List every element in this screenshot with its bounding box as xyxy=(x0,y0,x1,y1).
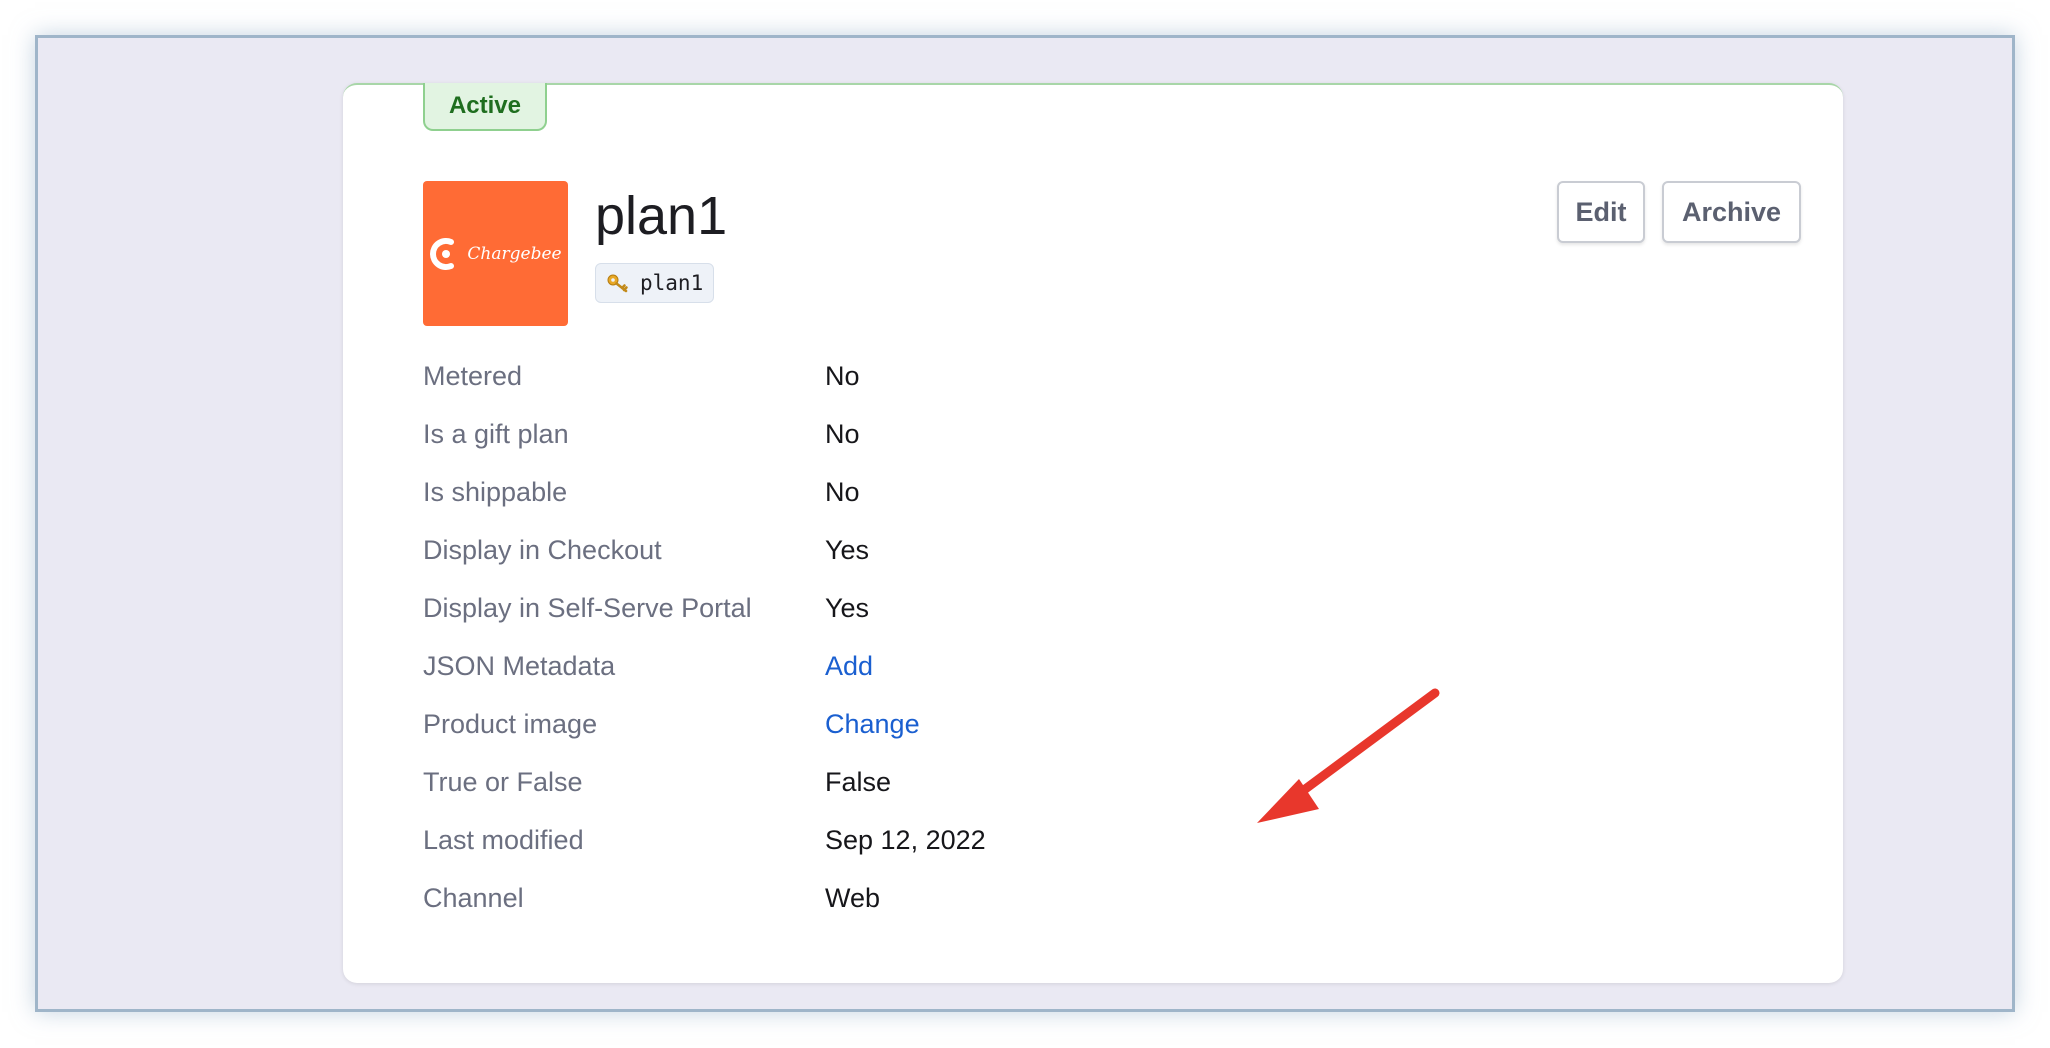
detail-label: Product image xyxy=(423,708,598,739)
detail-row-channel: Channel Web xyxy=(423,869,1623,927)
edit-button[interactable]: Edit xyxy=(1557,181,1645,243)
plan-details-card: Active Chargebee plan1 plan1 Edit Archiv… xyxy=(343,83,1843,983)
detail-label: True or False xyxy=(423,766,583,797)
detail-value: Web xyxy=(825,882,881,913)
detail-row-true-or-false: True or False False xyxy=(423,753,1623,811)
plan-attributes-list: Metered No Is a gift plan No Is shippabl… xyxy=(423,347,1623,927)
plan-id-text: plan1 xyxy=(640,271,704,295)
detail-label: Display in Checkout xyxy=(423,534,662,565)
detail-row-last-modified: Last modified Sep 12, 2022 xyxy=(423,811,1623,869)
detail-label: Is shippable xyxy=(423,476,568,507)
detail-value: Yes xyxy=(825,592,870,623)
detail-label: Channel xyxy=(423,882,524,913)
chargebee-logo-icon xyxy=(430,237,455,270)
detail-value: No xyxy=(825,476,860,507)
detail-label: JSON Metadata xyxy=(423,650,616,681)
detail-value: No xyxy=(825,360,860,391)
detail-label: Is a gift plan xyxy=(423,418,569,449)
annotation-arrow-icon xyxy=(1257,688,1440,823)
detail-row-gift-plan: Is a gift plan No xyxy=(423,405,1623,463)
detail-row-json-metadata: JSON Metadata Add xyxy=(423,637,1623,695)
detail-row-metered: Metered No xyxy=(423,347,1623,405)
change-image-link[interactable]: Change xyxy=(825,709,920,740)
detail-value: No xyxy=(825,418,860,449)
detail-row-display-portal: Display in Self-Serve Portal Yes xyxy=(423,579,1623,637)
detail-label: Last modified xyxy=(423,824,584,855)
detail-value: False xyxy=(825,766,892,797)
screenshot-frame: Active Chargebee plan1 plan1 Edit Archiv… xyxy=(35,35,2015,1012)
product-image: Chargebee xyxy=(423,181,568,326)
detail-row-display-checkout: Display in Checkout Yes xyxy=(423,521,1623,579)
detail-label: Display in Self-Serve Portal xyxy=(423,592,752,623)
detail-row-product-image: Product image Change xyxy=(423,695,1623,753)
detail-label: Metered xyxy=(423,360,523,391)
detail-value: Yes xyxy=(825,534,870,565)
add-metadata-link[interactable]: Add xyxy=(825,651,873,682)
plan-id-chip: plan1 xyxy=(595,263,715,303)
detail-value: Sep 12, 2022 xyxy=(825,824,986,855)
detail-row-shippable: Is shippable No xyxy=(423,463,1623,521)
key-icon xyxy=(607,274,628,293)
status-badge: Active xyxy=(423,83,547,131)
logo-wordmark: Chargebee xyxy=(467,243,562,264)
page-title: plan1 xyxy=(595,186,728,246)
archive-button[interactable]: Archive xyxy=(1662,181,1801,243)
